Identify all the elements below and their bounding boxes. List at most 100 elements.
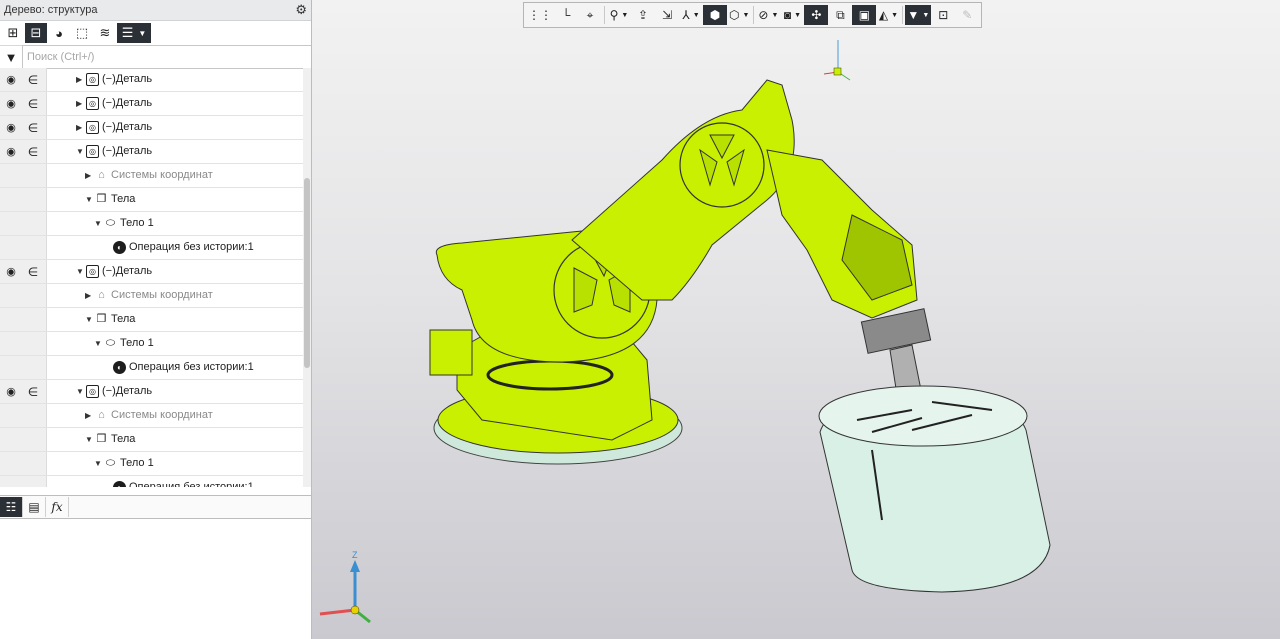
tree-row[interactable]: ▼ ⬭ Тело 1 [0, 332, 303, 356]
expand-arrow-icon[interactable]: ▶ [76, 123, 82, 132]
gear-icon[interactable]: ⚙ [295, 2, 307, 18]
tree-row[interactable]: ◉ ∈ ▼ ◎ (−)Деталь [0, 380, 303, 404]
tree-components-icon[interactable]: ⊟ [25, 23, 47, 43]
row-gutter: ◉ ∈ [0, 260, 47, 283]
tree-toolbar: ⊞ ⊟ ◕ ⬚ ≋ ☰ ▼ [0, 21, 311, 46]
structure-tree-panel: Дерево: структура ⚙ ⊞ ⊟ ◕ ⬚ ≋ ☰▼ ▼ ◉∈▶◎(… [0, 0, 312, 639]
row-gutter: ◉ ∈ [0, 116, 47, 139]
select-icon[interactable]: ⬚ [71, 23, 93, 43]
tree-row[interactable]: ◉ ∈ ▶ ◎ (−)Деталь [0, 92, 303, 116]
bodies-icon: ❒ [96, 433, 107, 445]
tree-row[interactable]: ▼ ❒ Тела [0, 188, 303, 212]
list-dropdown-icon[interactable]: ☰ ▼ [117, 23, 151, 43]
tree-row-label: (−)Деталь [102, 121, 153, 133]
collapse-arrow-icon[interactable]: ▼ [85, 315, 93, 324]
tree-row-label: (−)Деталь [102, 73, 153, 85]
membership-icon[interactable]: ∈ [22, 97, 44, 111]
membership-icon[interactable]: ∈ [22, 121, 44, 135]
collapse-arrow-icon[interactable]: ▼ [94, 459, 102, 468]
search-input[interactable] [22, 45, 311, 69]
tree-row[interactable]: ◉ ∈ ▶ ◎ (−)Деталь [0, 116, 303, 140]
tree-row[interactable]: ▶ ⌂ Системы координат [0, 284, 303, 308]
tree-row-label: (−)Деталь [102, 145, 153, 157]
tree-row-label: Операция без истории:1 [129, 481, 254, 487]
collapse-arrow-icon[interactable]: ▼ [76, 387, 84, 396]
tree-tab-icon[interactable]: ☷ [0, 497, 23, 517]
row-gutter [0, 212, 47, 235]
tree-row-label: Тела [111, 433, 136, 445]
part-view-icon[interactable]: ◕ [48, 23, 70, 43]
tree-row[interactable]: ▼ ❒ Тела [0, 308, 303, 332]
tree-structure-icon[interactable]: ⊞ [2, 23, 24, 43]
visibility-eye-icon[interactable]: ◉ [0, 73, 22, 86]
axis-triad [319, 560, 371, 624]
tree-row-label: Системы координат [111, 289, 213, 301]
row-gutter [0, 164, 47, 187]
tree-row[interactable]: ◐Операция без истории:1 [0, 476, 303, 487]
membership-icon[interactable]: ∈ [22, 145, 44, 159]
tree-row[interactable]: ▼ ⬭ Тело 1 [0, 452, 303, 476]
membership-icon[interactable]: ∈ [22, 265, 44, 279]
tree-row-label: Операция без истории:1 [129, 361, 254, 373]
visibility-eye-icon[interactable]: ◉ [0, 145, 22, 158]
row-gutter: ◉ ∈ [0, 380, 47, 403]
tree-row[interactable]: ◐Операция без истории:1 [0, 236, 303, 260]
tree-row[interactable]: ◉ ∈ ▼ ◎ (−)Деталь [0, 260, 303, 284]
collapse-arrow-icon[interactable]: ▼ [76, 267, 84, 276]
robot-model[interactable]: Z [312, 0, 1280, 639]
side-motor [429, 329, 473, 376]
visibility-eye-icon[interactable]: ◉ [0, 97, 22, 110]
tree-row-label: Тела [111, 193, 136, 205]
collapse-arrow-icon[interactable]: ▼ [76, 147, 84, 156]
collapse-arrow-icon[interactable]: ▼ [85, 435, 93, 444]
tree-row[interactable]: ▶ ⌂ Системы координат [0, 164, 303, 188]
row-gutter: ◉ ∈ [0, 140, 47, 163]
tree-row[interactable]: ◐Операция без истории:1 [0, 356, 303, 380]
op-icon: ◐ [113, 361, 126, 374]
tree-row[interactable]: ◉ ∈ ▼ ◎ (−)Деталь [0, 140, 303, 164]
filter-icon[interactable]: ▼ [0, 50, 22, 65]
tree-row[interactable]: ▼ ❒ Тела [0, 428, 303, 452]
membership-icon[interactable]: ∈ [22, 73, 44, 87]
scrollbar-thumb[interactable] [304, 178, 310, 368]
3d-viewport[interactable]: ⋮⋮ └ ⌖ ⚲ ▼ ⇪ ⇲ ⅄ ▼ ⬢ ⬡ ▼ ⊘ ▼ ◙ ▼ ✣ ⧉ ▣ ◭ ▼ ▼ ▼ … [312, 0, 1280, 639]
row-gutter [0, 452, 47, 475]
tree-row-label: Тело 1 [120, 217, 154, 229]
expand-arrow-icon[interactable]: ▶ [85, 171, 91, 180]
bodies-icon: ❒ [96, 313, 107, 325]
body-icon: ⬭ [105, 217, 116, 229]
row-gutter [0, 404, 47, 427]
tree-row-label: Тело 1 [120, 457, 154, 469]
visibility-eye-icon[interactable]: ◉ [0, 121, 22, 134]
coord-icon: ⌂ [98, 409, 105, 421]
row-gutter [0, 428, 47, 451]
coord-icon: ⌂ [98, 169, 105, 181]
part-icon: ◎ [86, 265, 99, 278]
membership-icon[interactable]: ∈ [22, 385, 44, 399]
expand-arrow-icon[interactable]: ▶ [85, 411, 91, 420]
visibility-eye-icon[interactable]: ◉ [0, 265, 22, 278]
tree-row[interactable]: ▼ ⬭ Тело 1 [0, 212, 303, 236]
tree-row[interactable]: ◉ ∈ ▶ ◎ (−)Деталь [0, 68, 303, 92]
row-gutter: ◉ ∈ [0, 92, 47, 115]
expand-arrow-icon[interactable]: ▶ [76, 75, 82, 84]
visibility-eye-icon[interactable]: ◉ [0, 385, 22, 398]
upper-arm [571, 79, 795, 301]
collapse-arrow-icon[interactable]: ▼ [94, 219, 102, 228]
expand-arrow-icon[interactable]: ▶ [76, 99, 82, 108]
row-gutter [0, 332, 47, 355]
tree-row-label: Системы координат [111, 409, 213, 421]
properties-tab-icon[interactable]: ▤ [23, 497, 46, 517]
structure-tree: ◉ ∈ ▶ ◎ (−)Деталь ◉ ∈ ▶ ◎ (−)Деталь ◉ ∈ ▶ ◎ (−)Деталь ◉… [0, 68, 303, 487]
expand-arrow-icon[interactable]: ▶ [85, 291, 91, 300]
tree-row[interactable]: ▶ ⌂ Системы координат [0, 404, 303, 428]
part-icon: ◎ [86, 385, 99, 398]
variables-tab[interactable]: fx [46, 497, 69, 517]
row-gutter [0, 356, 47, 379]
collapse-arrow-icon[interactable]: ▼ [85, 195, 93, 204]
part-icon: ◎ [86, 145, 99, 158]
collapse-arrow-icon[interactable]: ▼ [94, 339, 102, 348]
layers-icon[interactable]: ≋ [94, 23, 116, 43]
tree-scrollbar[interactable] [303, 68, 311, 487]
search-row: ▼ [0, 45, 311, 69]
